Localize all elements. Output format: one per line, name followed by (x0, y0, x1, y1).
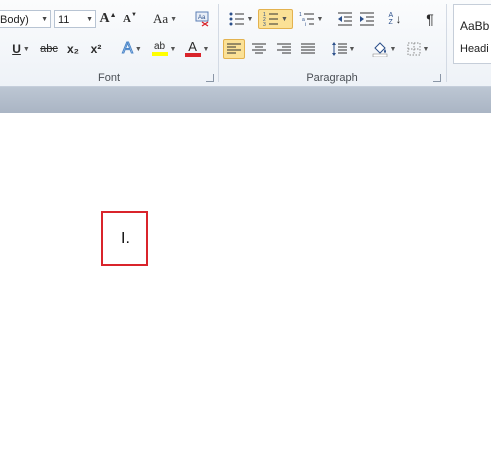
align-right-button[interactable] (273, 39, 295, 59)
highlight-icon: ab (151, 41, 168, 56)
align-center-icon (252, 43, 266, 54)
clear-formatting-icon: Aa (195, 11, 209, 27)
align-left-button[interactable] (223, 39, 245, 59)
superscript-button[interactable]: x² (86, 39, 106, 59)
shrink-font-icon: A (123, 13, 131, 25)
font-size-combobox[interactable]: 11 ▼ (54, 10, 96, 28)
text-effects-button[interactable]: A ▼ (117, 39, 147, 59)
align-right-icon (277, 43, 291, 54)
borders-button[interactable]: ▼ (402, 39, 434, 59)
font-color-dropdown-icon: ▼ (202, 45, 210, 53)
paragraph-group-label: Paragraph (306, 72, 358, 84)
numbering-dropdown-icon: ▼ (281, 15, 288, 23)
style-heading-preview[interactable]: Headi (460, 43, 489, 55)
font-size-value: 11 (58, 14, 70, 26)
numbering-button[interactable]: 1 2 3 ▼ (258, 9, 293, 29)
subscript-icon: x₂ (66, 42, 79, 56)
borders-dropdown-icon: ▼ (422, 45, 430, 53)
align-center-button[interactable] (248, 39, 270, 59)
svg-text:i: i (305, 22, 306, 26)
clear-formatting-button[interactable]: Aa (193, 9, 213, 29)
svg-text:Aa: Aa (198, 15, 206, 21)
sort-button[interactable]: AZ ↓ (385, 9, 405, 29)
change-case-icon: Aa (152, 11, 169, 26)
document-page[interactable] (0, 113, 491, 470)
increase-indent-button[interactable] (357, 9, 377, 29)
change-case-dropdown-icon: ▼ (170, 15, 178, 23)
change-case-button[interactable]: Aa ▼ (150, 9, 180, 29)
highlight-dropdown-icon: ▼ (169, 45, 177, 53)
line-spacing-icon (331, 42, 347, 56)
font-group-label: Font (97, 72, 120, 84)
font-name-dropdown-icon[interactable]: ▼ (41, 11, 48, 29)
group-separator (446, 4, 447, 82)
bullets-icon (229, 12, 244, 26)
sort-icon: AZ ↓ (389, 12, 402, 26)
borders-icon (407, 42, 421, 56)
ribbon: Body) ▼ 11 ▼ A ▲ A ▼ Aa ▼ Aa U ▼ abc x₂ x² (0, 0, 491, 87)
underline-icon: U (12, 42, 21, 56)
numbering-icon: 123 (263, 12, 279, 26)
ruler-area (0, 87, 491, 113)
decrease-indent-icon (338, 12, 352, 26)
pilcrow-icon: ¶ (426, 11, 434, 27)
bullets-dropdown-icon: ▼ (246, 15, 254, 23)
bullets-button[interactable]: ▼ (226, 9, 256, 29)
highlight-box (101, 211, 148, 266)
multilevel-dropdown-icon: ▼ (316, 15, 324, 23)
highlight-button[interactable]: ab ▼ (148, 39, 180, 59)
svg-text:3: 3 (263, 22, 266, 26)
shading-button[interactable]: ▼ (368, 39, 400, 59)
grow-font-icon: A (99, 11, 110, 26)
sort-label: AZ (388, 12, 394, 26)
text-effects-dropdown-icon: ▼ (134, 45, 142, 53)
multilevel-list-button[interactable]: 1 a i ▼ (296, 9, 326, 29)
style-normal-preview[interactable]: AaBb (460, 19, 489, 33)
highlight-label: ab (153, 41, 166, 52)
font-color-button[interactable]: A ▼ (182, 39, 212, 59)
line-spacing-button[interactable]: ▼ (328, 39, 358, 59)
shrink-arrow-icon: ▼ (131, 12, 137, 18)
align-left-icon (227, 43, 241, 54)
styles-gallery[interactable]: AaBb Headi (453, 4, 491, 64)
underline-dropdown-icon: ▼ (22, 45, 30, 53)
underline-button[interactable]: U ▼ (6, 39, 36, 59)
multilevel-list-icon: 1ai (299, 12, 314, 26)
shading-dropdown-icon: ▼ (389, 45, 397, 53)
superscript-icon: x² (90, 42, 102, 56)
increase-indent-icon (360, 12, 374, 26)
show-formatting-marks-button[interactable]: ¶ (420, 9, 440, 29)
grow-font-button[interactable]: A ▲ (99, 9, 117, 29)
font-size-dropdown-icon[interactable]: ▼ (86, 11, 93, 29)
grow-arrow-icon: ▲ (109, 11, 117, 19)
decrease-indent-button[interactable] (335, 9, 355, 29)
font-group: Body) ▼ 11 ▼ A ▲ A ▼ Aa ▼ Aa U ▼ abc x₂ x² (0, 0, 218, 86)
font-color-bar (184, 53, 201, 57)
line-spacing-dropdown-icon: ▼ (348, 45, 356, 53)
font-color-label: A (188, 39, 197, 54)
text-effects-icon: A (122, 40, 134, 58)
font-name-combobox[interactable]: Body) ▼ (0, 10, 51, 28)
font-color-icon: A (184, 39, 201, 57)
highlight-color-bar (151, 52, 168, 56)
font-dialog-launcher-icon[interactable] (206, 74, 214, 82)
font-name-value: Body) (0, 14, 29, 26)
shrink-font-button[interactable]: A ▼ (121, 9, 139, 29)
shading-icon (372, 42, 387, 57)
justify-button[interactable] (297, 39, 319, 59)
justify-icon (301, 43, 315, 54)
paragraph-dialog-launcher-icon[interactable] (433, 74, 441, 82)
strikethrough-button[interactable]: abc (38, 39, 60, 59)
strikethrough-icon: abc (40, 43, 58, 55)
sort-arrow-icon: ↓ (395, 12, 402, 26)
subscript-button[interactable]: x₂ (63, 39, 83, 59)
paragraph-group: ▼ 1 2 3 ▼ 1 a i ▼ AZ ↓ ¶ ▼ ▼ ▼ Paragraph (219, 0, 445, 86)
